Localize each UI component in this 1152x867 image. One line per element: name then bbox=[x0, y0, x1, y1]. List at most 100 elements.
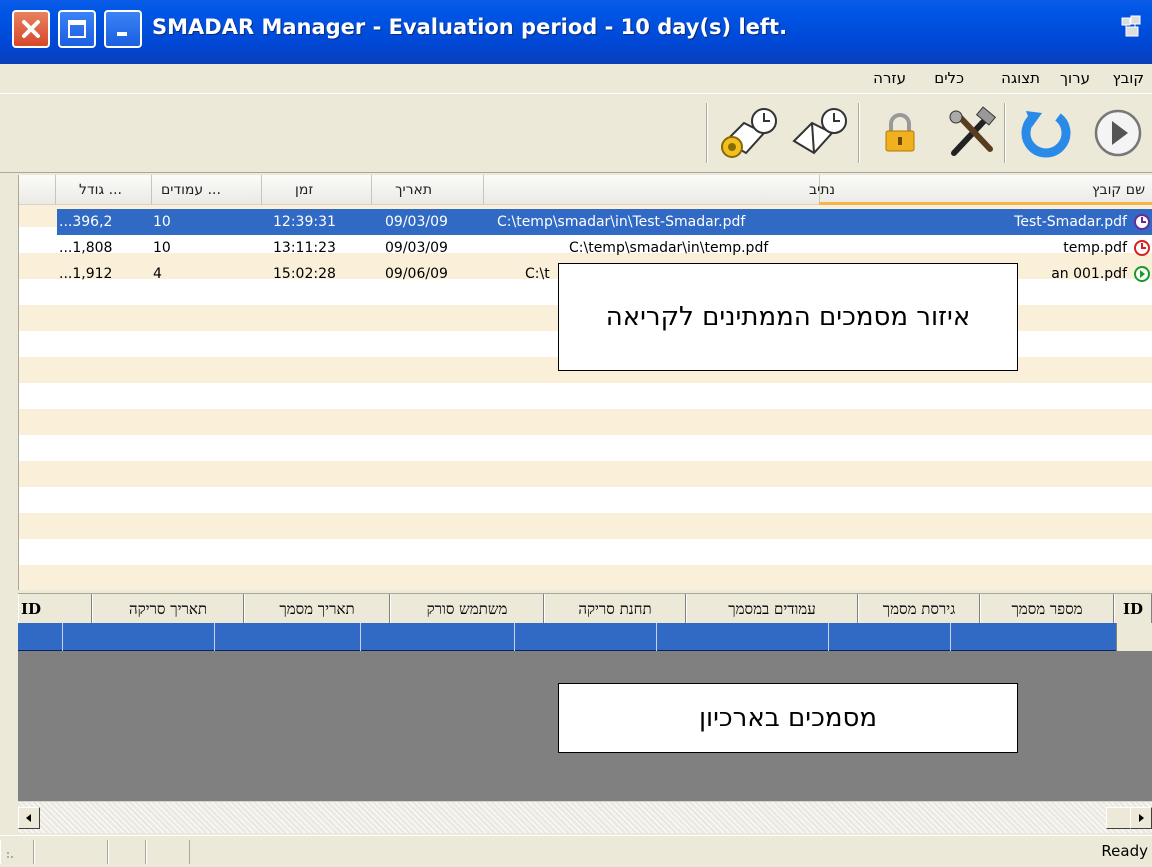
column-divider bbox=[483, 175, 484, 205]
menu-tools[interactable]: כלים bbox=[934, 69, 964, 87]
title-bar: SMADAR Manager - Evaluation period - 10 … bbox=[0, 0, 1152, 64]
cell-size: ...1,808 bbox=[59, 240, 113, 256]
cell-size: ...1,912 bbox=[59, 266, 113, 282]
toolbar bbox=[0, 95, 1152, 173]
menu-edit[interactable]: ערוך bbox=[1060, 69, 1090, 87]
cell-pages: 4 bbox=[153, 266, 162, 282]
table-row[interactable]: ...1,808 10 13:11:23 09/03/09 C:\temp\sm… bbox=[57, 235, 1152, 261]
cell-time: 12:39:31 bbox=[273, 214, 336, 230]
archive-area-callout: מסמכים בארכיון bbox=[558, 683, 1018, 753]
settings-tools-button[interactable] bbox=[936, 99, 1008, 167]
cell-filename: Test-Smadar.pdf bbox=[1014, 214, 1127, 230]
toolbar-separator bbox=[706, 103, 708, 163]
network-computer-icon bbox=[1121, 15, 1141, 37]
column-header-doc-version[interactable]: גירסת מסמך bbox=[858, 594, 980, 624]
arrow-left-icon bbox=[26, 814, 31, 822]
window-title: SMADAR Manager - Evaluation period - 10 … bbox=[152, 15, 788, 39]
menu-file[interactable]: קובץ bbox=[1113, 69, 1145, 87]
menu-bar: קובץ ערוך תצוגה כלים עזרה bbox=[0, 64, 1152, 94]
archive-selected-row[interactable] bbox=[18, 623, 1116, 651]
tools-icon bbox=[949, 106, 997, 156]
close-icon bbox=[22, 20, 40, 38]
row-divider bbox=[214, 623, 215, 651]
table-row[interactable]: ...396,2 10 12:39:31 09/03/09 C:\temp\sm… bbox=[57, 209, 1152, 235]
column-header-filename[interactable]: שם קובץ bbox=[1092, 175, 1145, 205]
lock-button[interactable] bbox=[864, 99, 936, 167]
menu-help[interactable]: עזרה bbox=[873, 69, 906, 87]
minimize-icon bbox=[117, 32, 127, 36]
maximize-button[interactable] bbox=[58, 10, 96, 48]
arrow-right-icon bbox=[1139, 814, 1144, 822]
cell-pages: 10 bbox=[153, 214, 171, 230]
column-header-size[interactable]: גודל ... bbox=[79, 175, 122, 205]
cell-path: C:\temp\smadar\in\Test-Smadar.pdf bbox=[497, 214, 746, 230]
pending-files-header: שם קובץ נתיב תאריך זמן עמודים ... גודל .… bbox=[19, 175, 1152, 205]
refresh-button[interactable] bbox=[1010, 99, 1082, 167]
lock-icon bbox=[885, 113, 915, 152]
column-divider bbox=[151, 175, 152, 205]
app-icon[interactable] bbox=[1118, 14, 1144, 44]
sorted-column-indicator bbox=[819, 202, 1152, 205]
column-header-pages[interactable]: עמודים ... bbox=[161, 175, 221, 205]
schedule-read-icon bbox=[792, 108, 847, 155]
toolbar-separator bbox=[858, 103, 860, 163]
pending-area-callout: איזור מסמכים הממתינים לקריאה bbox=[558, 263, 1018, 371]
column-header-scan-date[interactable]: תאריך סריקה bbox=[92, 594, 244, 624]
row-divider bbox=[828, 623, 829, 651]
row-divider bbox=[656, 623, 657, 651]
column-header-scanning-user[interactable]: משתמש סורק bbox=[390, 594, 544, 624]
play-icon bbox=[1094, 109, 1142, 157]
column-header-path[interactable]: נתיב bbox=[809, 175, 835, 205]
column-header-scan-station[interactable]: תחנת סריקה bbox=[544, 594, 686, 624]
maximize-icon bbox=[68, 20, 86, 38]
status-bar: Ready bbox=[0, 835, 1152, 867]
column-header-time[interactable]: זמן bbox=[295, 175, 313, 205]
cell-path: C:\t bbox=[525, 266, 550, 282]
start-button[interactable] bbox=[1082, 99, 1152, 167]
archive-grid-header: ID מספר מסמך גירסת מסמך עמודים במסמך תחנ… bbox=[18, 593, 1152, 624]
left-margin bbox=[0, 175, 18, 835]
column-header-date[interactable]: תאריך bbox=[395, 175, 432, 205]
column-divider bbox=[371, 175, 372, 205]
cell-date: 09/06/09 bbox=[385, 266, 448, 282]
archive-row-id-cell bbox=[1116, 623, 1152, 651]
cell-date: 09/03/09 bbox=[385, 240, 448, 256]
cell-time: 15:02:28 bbox=[273, 266, 336, 282]
cell-date: 09/03/09 bbox=[385, 214, 448, 230]
status-pane bbox=[146, 840, 190, 864]
status-pane bbox=[34, 840, 108, 864]
cell-time: 13:11:23 bbox=[273, 240, 336, 256]
pending-files-list[interactable]: שם קובץ נתיב תאריך זמן עמודים ... גודל .… bbox=[18, 175, 1152, 590]
row-divider bbox=[62, 623, 63, 651]
column-header-doc-pages[interactable]: עמודים במסמך bbox=[686, 594, 858, 624]
column-divider bbox=[55, 175, 56, 205]
minimize-button[interactable] bbox=[104, 10, 142, 48]
row-divider bbox=[360, 623, 361, 651]
menu-view[interactable]: תצוגה bbox=[1001, 69, 1040, 87]
close-button[interactable] bbox=[12, 10, 50, 48]
scroll-thumb[interactable] bbox=[1106, 807, 1132, 829]
cell-pages: 10 bbox=[153, 240, 171, 256]
column-header-id[interactable]: ID bbox=[1114, 594, 1152, 624]
column-header-id-left[interactable]: ID bbox=[18, 594, 92, 624]
scroll-right-button[interactable] bbox=[1130, 807, 1152, 829]
row-divider bbox=[950, 623, 951, 651]
cell-size: ...396,2 bbox=[59, 214, 113, 230]
schedule-settings-icon bbox=[721, 108, 777, 158]
horizontal-scrollbar[interactable] bbox=[18, 801, 1152, 833]
scroll-left-button[interactable] bbox=[18, 807, 40, 829]
refresh-icon bbox=[1021, 111, 1071, 158]
status-grip[interactable] bbox=[0, 840, 34, 864]
cell-filename: temp.pdf bbox=[1063, 240, 1127, 256]
clock-icon bbox=[1134, 214, 1150, 230]
schedule-settings-button[interactable] bbox=[712, 99, 784, 167]
status-pane bbox=[108, 840, 146, 864]
schedule-read-button[interactable] bbox=[784, 99, 856, 167]
status-text: Ready bbox=[1101, 842, 1148, 860]
column-header-doc-number[interactable]: מספר מסמך bbox=[980, 594, 1114, 624]
clock-icon bbox=[1134, 240, 1150, 256]
cell-path: C:\temp\smadar\in\temp.pdf bbox=[569, 240, 769, 256]
play-circle-icon bbox=[1134, 266, 1150, 282]
column-header-doc-date[interactable]: תאריך מסמך bbox=[244, 594, 390, 624]
column-divider bbox=[261, 175, 262, 205]
